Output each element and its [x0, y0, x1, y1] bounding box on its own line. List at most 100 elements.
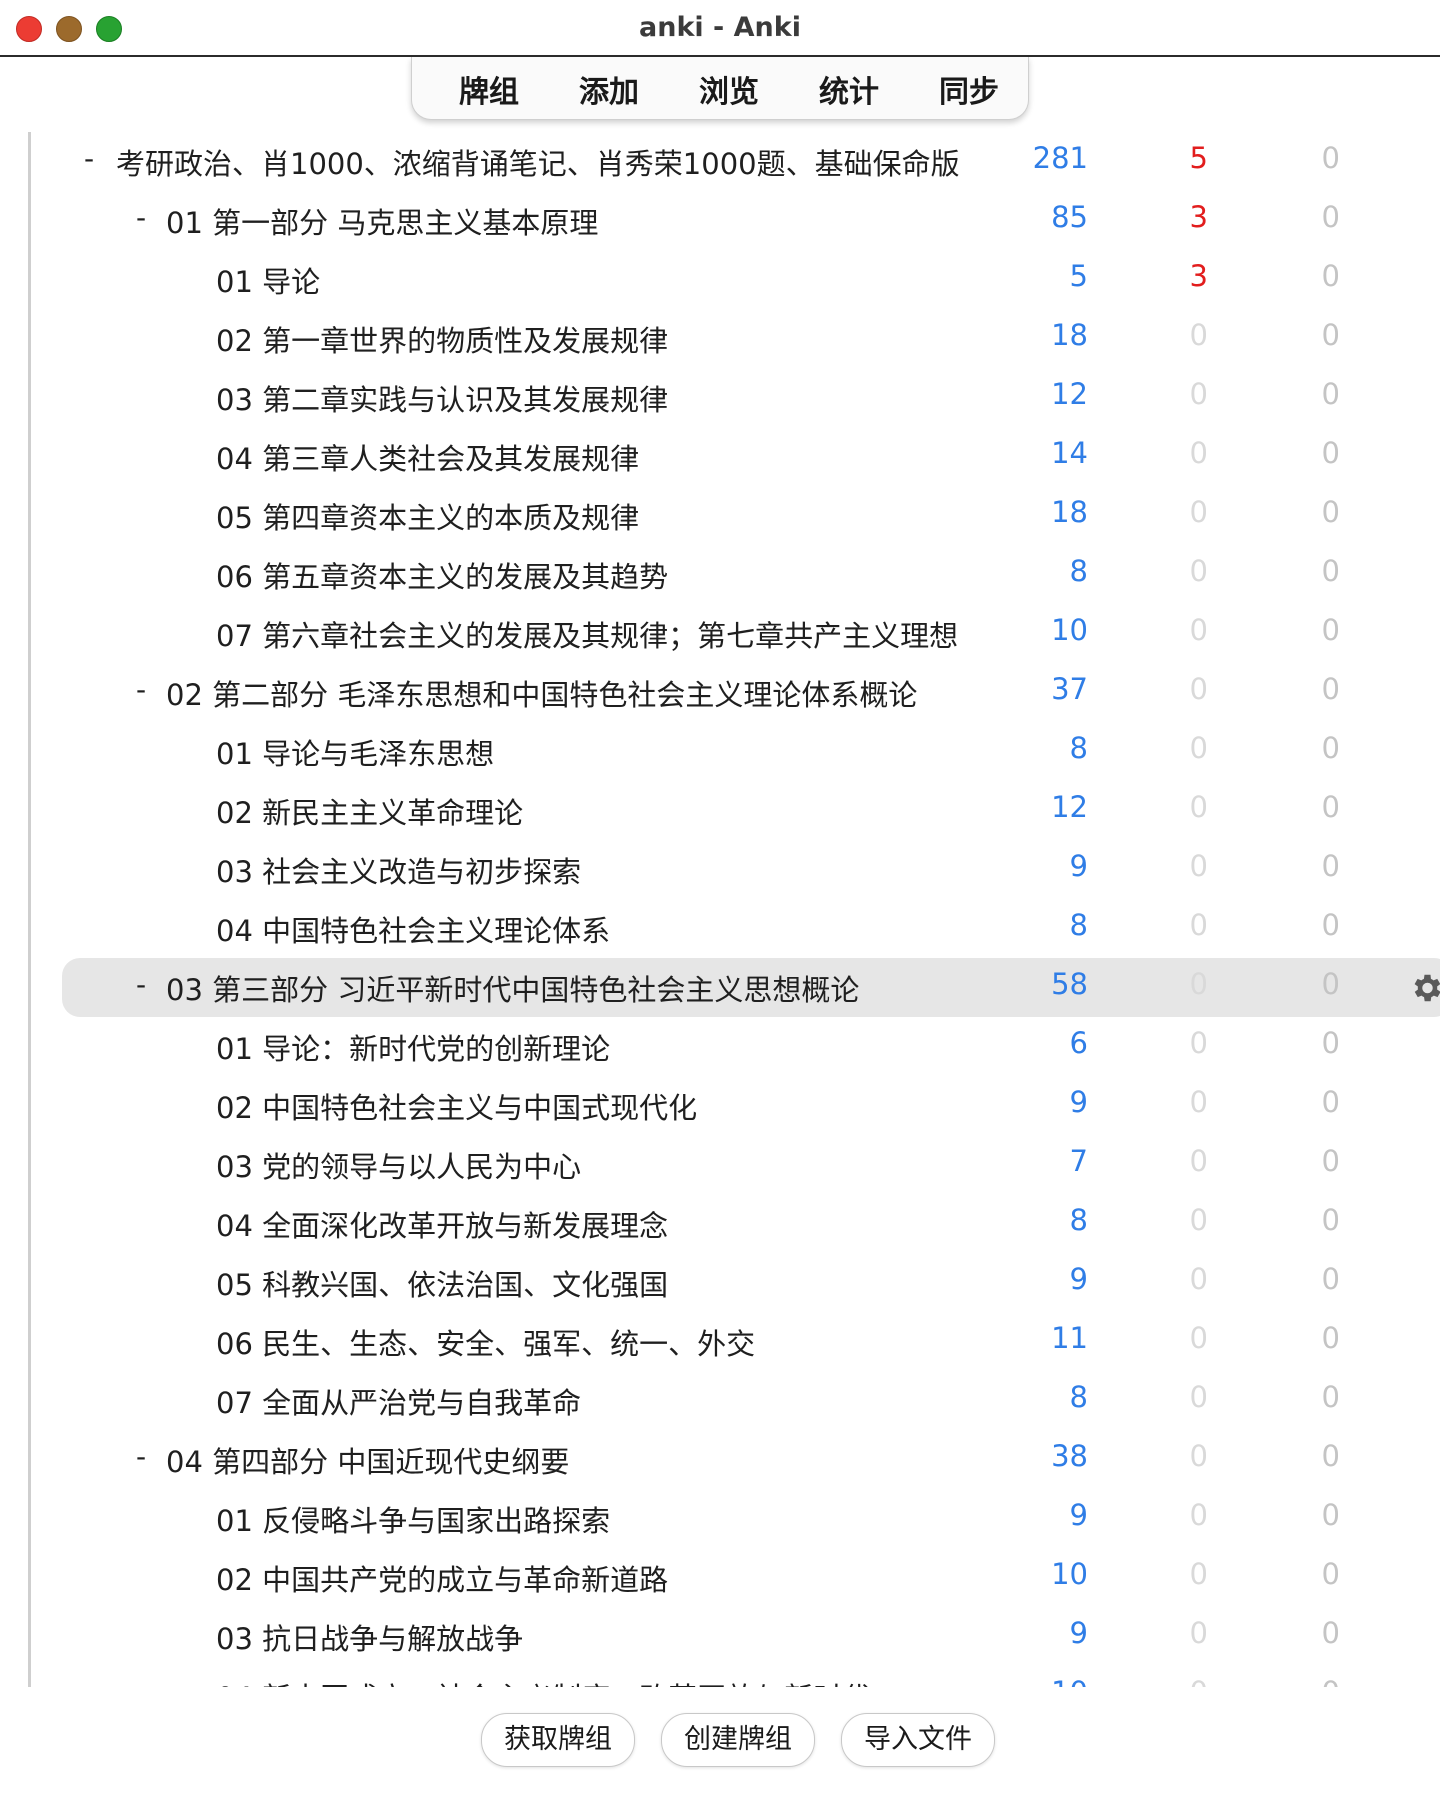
- review-count: 0: [1321, 790, 1340, 824]
- deck-row[interactable]: - 考研政治、肖1000、浓缩背诵笔记、肖秀荣1000题、基础保命版 281 5 0: [28, 132, 1440, 191]
- collapse-toggle[interactable]: -: [136, 968, 146, 1001]
- deck-name[interactable]: 07 第六章社会主义的发展及其规律；第七章共产主义理想: [216, 613, 976, 655]
- deck-row[interactable]: 02 新民主主义革命理论 12 0 0: [28, 781, 1440, 840]
- deck-name[interactable]: 04 第三章人类社会及其发展规律: [216, 436, 976, 478]
- toolbar-stats[interactable]: 统计: [799, 67, 899, 111]
- deck-row[interactable]: -04 第四部分 中国近现代史纲要 38 0 0: [28, 1430, 1440, 1489]
- due-count: 7: [1069, 1144, 1088, 1178]
- deck-name[interactable]: 06 第五章资本主义的发展及其趋势: [216, 554, 976, 596]
- deck-row[interactable]: -01 第一部分 马克思主义基本原理 85 3 0: [28, 191, 1440, 250]
- collapse-toggle[interactable]: -: [136, 201, 146, 234]
- deck-row[interactable]: 04 中国特色社会主义理论体系 8 0 0: [28, 899, 1440, 958]
- deck-row[interactable]: 01 导论 5 3 0: [28, 250, 1440, 309]
- deck-name[interactable]: 03 抗日战争与解放战争: [216, 1616, 976, 1658]
- main-toolbar: 牌组 添加 浏览 统计 同步: [411, 57, 1029, 120]
- due-count: 12: [1051, 377, 1088, 411]
- deck-row[interactable]: 01 导论与毛泽东思想 8 0 0: [28, 722, 1440, 781]
- learning-count: 0: [1189, 436, 1208, 470]
- deck-row[interactable]: 03 社会主义改造与初步探索 9 0 0: [28, 840, 1440, 899]
- review-count: 0: [1321, 200, 1340, 234]
- deck-row[interactable]: 04 第三章人类社会及其发展规律 14 0 0: [28, 427, 1440, 486]
- deck-name[interactable]: 01 第一部分 马克思主义基本原理: [166, 200, 976, 242]
- review-count: 0: [1321, 141, 1340, 175]
- get-shared-button[interactable]: 获取牌组: [481, 1713, 635, 1767]
- learning-count: 0: [1189, 731, 1208, 765]
- deck-name[interactable]: 05 科教兴国、依法治国、文化强国: [216, 1262, 976, 1304]
- deck-name[interactable]: 04 新中国成立、社会主义制度、改革开放与新时代: [216, 1675, 976, 1687]
- due-count: 9: [1069, 1616, 1088, 1650]
- toolbar-add[interactable]: 添加: [559, 67, 659, 111]
- learning-count: 0: [1189, 908, 1208, 942]
- due-count: 37: [1051, 672, 1088, 706]
- deck-row[interactable]: 01 导论：新时代党的创新理论 6 0 0: [28, 1017, 1440, 1076]
- review-count: 0: [1321, 1026, 1340, 1060]
- deck-name[interactable]: 01 导论：新时代党的创新理论: [216, 1026, 976, 1068]
- deck-name[interactable]: 02 第二部分 毛泽东思想和中国特色社会主义理论体系概论: [166, 672, 976, 714]
- deck-name[interactable]: 06 民生、生态、安全、强军、统一、外交: [216, 1321, 976, 1363]
- deck-name[interactable]: 03 党的领导与以人民为中心: [216, 1144, 976, 1186]
- deck-name[interactable]: 03 第三部分 习近平新时代中国特色社会主义思想概论: [166, 967, 976, 1009]
- deck-name[interactable]: 07 全面从严治党与自我革命: [216, 1380, 976, 1422]
- learning-count: 0: [1189, 377, 1208, 411]
- deck-row[interactable]: 05 科教兴国、依法治国、文化强国 9 0 0: [28, 1253, 1440, 1312]
- due-count: 8: [1069, 731, 1088, 765]
- deck-name[interactable]: 02 新民主主义革命理论: [216, 790, 976, 832]
- deck-row[interactable]: 04 全面深化改革开放与新发展理念 8 0 0: [28, 1194, 1440, 1253]
- learning-count: 0: [1189, 849, 1208, 883]
- learning-count: 0: [1138, 1675, 1208, 1687]
- create-deck-button[interactable]: 创建牌组: [661, 1713, 815, 1767]
- review-count: 0: [1321, 1262, 1340, 1296]
- learning-count: 0: [1189, 1203, 1208, 1237]
- deck-name[interactable]: 04 中国特色社会主义理论体系: [216, 908, 976, 950]
- deck-name[interactable]: 04 第四部分 中国近现代史纲要: [166, 1439, 976, 1481]
- window-title: anki - Anki: [639, 12, 801, 43]
- review-count: 0: [1321, 259, 1340, 293]
- review-count: 0: [1270, 1675, 1340, 1687]
- deck-name[interactable]: 04 全面深化改革开放与新发展理念: [216, 1203, 976, 1245]
- import-file-button[interactable]: 导入文件: [841, 1713, 995, 1767]
- due-count: 6: [1069, 1026, 1088, 1060]
- toolbar-sync[interactable]: 同步: [919, 67, 1019, 111]
- collapse-toggle[interactable]: -: [84, 142, 94, 175]
- toolbar-browse[interactable]: 浏览: [679, 67, 779, 111]
- toolbar-decks[interactable]: 牌组: [439, 67, 539, 111]
- deck-name[interactable]: 03 社会主义改造与初步探索: [216, 849, 976, 891]
- due-count: 18: [1051, 495, 1088, 529]
- deck-name[interactable]: 02 第一章世界的物质性及发展规律: [216, 318, 976, 360]
- deck-row[interactable]: 06 民生、生态、安全、强军、统一、外交 11 0 0: [28, 1312, 1440, 1371]
- deck-row[interactable]: 02 中国特色社会主义与中国式现代化 9 0 0: [28, 1076, 1440, 1135]
- deck-name[interactable]: 考研政治、肖1000、浓缩背诵笔记、肖秀荣1000题、基础保命版: [116, 141, 976, 183]
- deck-name[interactable]: 02 中国共产党的成立与革命新道路: [216, 1557, 976, 1599]
- due-count: 9: [1069, 1262, 1088, 1296]
- collapse-toggle[interactable]: -: [136, 673, 146, 706]
- deck-row[interactable]: -03 第三部分 习近平新时代中国特色社会主义思想概论 58 0 0: [62, 958, 1440, 1017]
- gear-icon[interactable]: [1408, 970, 1440, 1006]
- deck-name[interactable]: 05 第四章资本主义的本质及规律: [216, 495, 976, 537]
- collapse-toggle[interactable]: -: [136, 1440, 146, 1473]
- deck-row[interactable]: 02 第一章世界的物质性及发展规律 18 0 0: [28, 309, 1440, 368]
- deck-row[interactable]: 05 第四章资本主义的本质及规律 18 0 0: [28, 486, 1440, 545]
- due-count: 12: [1051, 790, 1088, 824]
- deck-row[interactable]: 03 党的领导与以人民为中心 7 0 0: [28, 1135, 1440, 1194]
- review-count: 0: [1321, 436, 1340, 470]
- deck-name[interactable]: 01 导论: [216, 259, 976, 301]
- review-count: 0: [1321, 1203, 1340, 1237]
- learning-count: 3: [1189, 259, 1208, 293]
- deck-name[interactable]: 01 反侵略斗争与国家出路探索: [216, 1498, 976, 1540]
- deck-row[interactable]: 01 反侵略斗争与国家出路探索 9 0 0: [28, 1489, 1440, 1548]
- review-count: 0: [1321, 495, 1340, 529]
- learning-count: 5: [1189, 141, 1208, 175]
- deck-row[interactable]: 02 中国共产党的成立与革命新道路 10 0 0: [28, 1548, 1440, 1607]
- deck-row[interactable]: 07 全面从严治党与自我革命 8 0 0: [28, 1371, 1440, 1430]
- deck-name[interactable]: 01 导论与毛泽东思想: [216, 731, 976, 773]
- deck-row[interactable]: 03 第二章实践与认识及其发展规律 12 0 0: [28, 368, 1440, 427]
- learning-count: 0: [1189, 1498, 1208, 1532]
- deck-row[interactable]: -02 第二部分 毛泽东思想和中国特色社会主义理论体系概论 37 0 0: [28, 663, 1440, 722]
- deck-row[interactable]: 04 新中国成立、社会主义制度、改革开放与新时代 10 0 0: [28, 1666, 1440, 1687]
- deck-name[interactable]: 03 第二章实践与认识及其发展规律: [216, 377, 976, 419]
- deck-row[interactable]: 03 抗日战争与解放战争 9 0 0: [28, 1607, 1440, 1666]
- deck-name[interactable]: 02 中国特色社会主义与中国式现代化: [216, 1085, 976, 1127]
- learning-count: 0: [1189, 1026, 1208, 1060]
- deck-row[interactable]: 07 第六章社会主义的发展及其规律；第七章共产主义理想 10 0 0: [28, 604, 1440, 663]
- deck-row[interactable]: 06 第五章资本主义的发展及其趋势 8 0 0: [28, 545, 1440, 604]
